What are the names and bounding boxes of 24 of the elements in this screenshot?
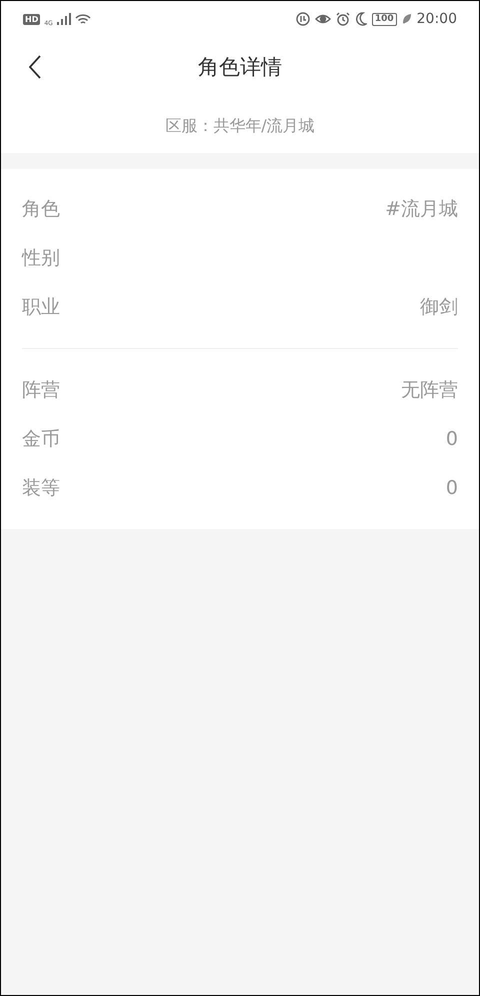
field-label: 角色 (22, 197, 60, 222)
field-label: 装等 (22, 476, 60, 502)
leaf-icon (402, 13, 412, 25)
wifi-icon (74, 12, 91, 26)
battery-indicator: 100 (372, 12, 397, 26)
field-label: 阵营 (22, 378, 60, 404)
hd-badge: HD (23, 14, 40, 24)
signal-icon (56, 13, 71, 25)
field-label: 金币 (22, 427, 60, 452)
field-value: 0 (446, 476, 458, 502)
moon-icon (354, 12, 367, 26)
clock-time: 20:00 (416, 10, 457, 28)
field-value: 无阵营 (401, 378, 458, 404)
field-label: 职业 (22, 295, 60, 320)
field-value: 0 (446, 427, 458, 452)
server-label: 区服：共华年/流月城 (165, 115, 315, 137)
alarm-icon (336, 12, 350, 26)
back-chevron-icon (29, 55, 41, 79)
page-title: 角色详情 (198, 54, 282, 82)
back-button[interactable] (27, 53, 43, 81)
field-label: 性别 (22, 246, 60, 272)
eye-icon (314, 12, 331, 26)
field-value: 御剑 (420, 295, 458, 320)
field-value: #流月城 (385, 197, 458, 222)
